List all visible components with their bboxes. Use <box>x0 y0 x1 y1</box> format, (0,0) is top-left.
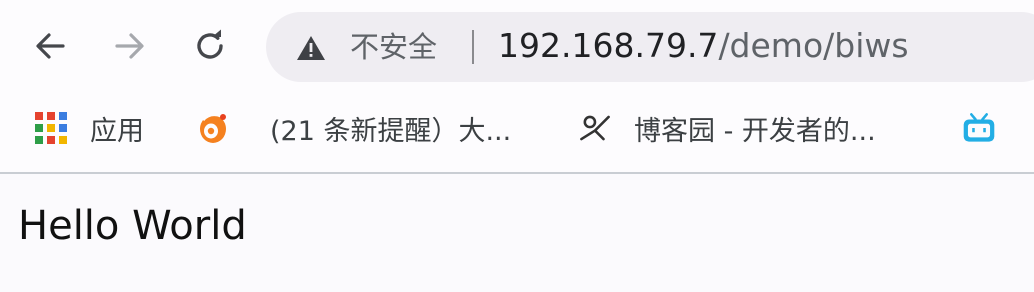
url-host: 192.168.79.7 <box>498 26 719 65</box>
arrow-right-icon <box>115 33 144 59</box>
bookmark-label: 应用 <box>90 115 144 147</box>
bookmarks-bar: 应用 (21 条新提醒）大... 博客园 - 开发者的... <box>0 92 1034 172</box>
body-text: Hello World <box>18 203 247 249</box>
bookmark-bilibili[interactable] <box>962 108 1018 148</box>
browser-toolbar: 不安全 192.168.79.7/demo/biws <box>0 0 1034 92</box>
address-separator <box>472 30 474 64</box>
bilibili-icon <box>962 111 996 145</box>
address-bar[interactable]: 不安全 192.168.79.7/demo/biws <box>266 12 1034 82</box>
warning-triangle-icon[interactable] <box>296 34 326 62</box>
weibo-icon <box>196 111 230 145</box>
url-text[interactable]: 192.168.79.7/demo/biws <box>498 26 909 66</box>
arrow-left-icon <box>36 33 65 59</box>
cnblogs-icon <box>578 111 612 145</box>
bookmark-weibo[interactable]: (21 条新提醒）大... <box>196 108 511 148</box>
bookmark-label: 博客园 - 开发者的... <box>634 115 876 147</box>
reload-icon <box>197 29 223 59</box>
apps-grid-icon <box>34 111 68 145</box>
url-path: /demo/biws <box>718 26 909 65</box>
reload-button[interactable] <box>186 22 234 70</box>
back-button[interactable] <box>26 22 74 70</box>
bookmark-label: (21 条新提醒）大... <box>270 115 512 147</box>
security-status-label[interactable]: 不安全 <box>350 28 437 66</box>
bookmark-cnblogs[interactable]: 博客园 - 开发者的... <box>578 108 876 148</box>
bookmark-apps[interactable]: 应用 <box>34 108 144 148</box>
forward-button[interactable] <box>106 22 154 70</box>
page-content: Hello World <box>0 174 1034 292</box>
